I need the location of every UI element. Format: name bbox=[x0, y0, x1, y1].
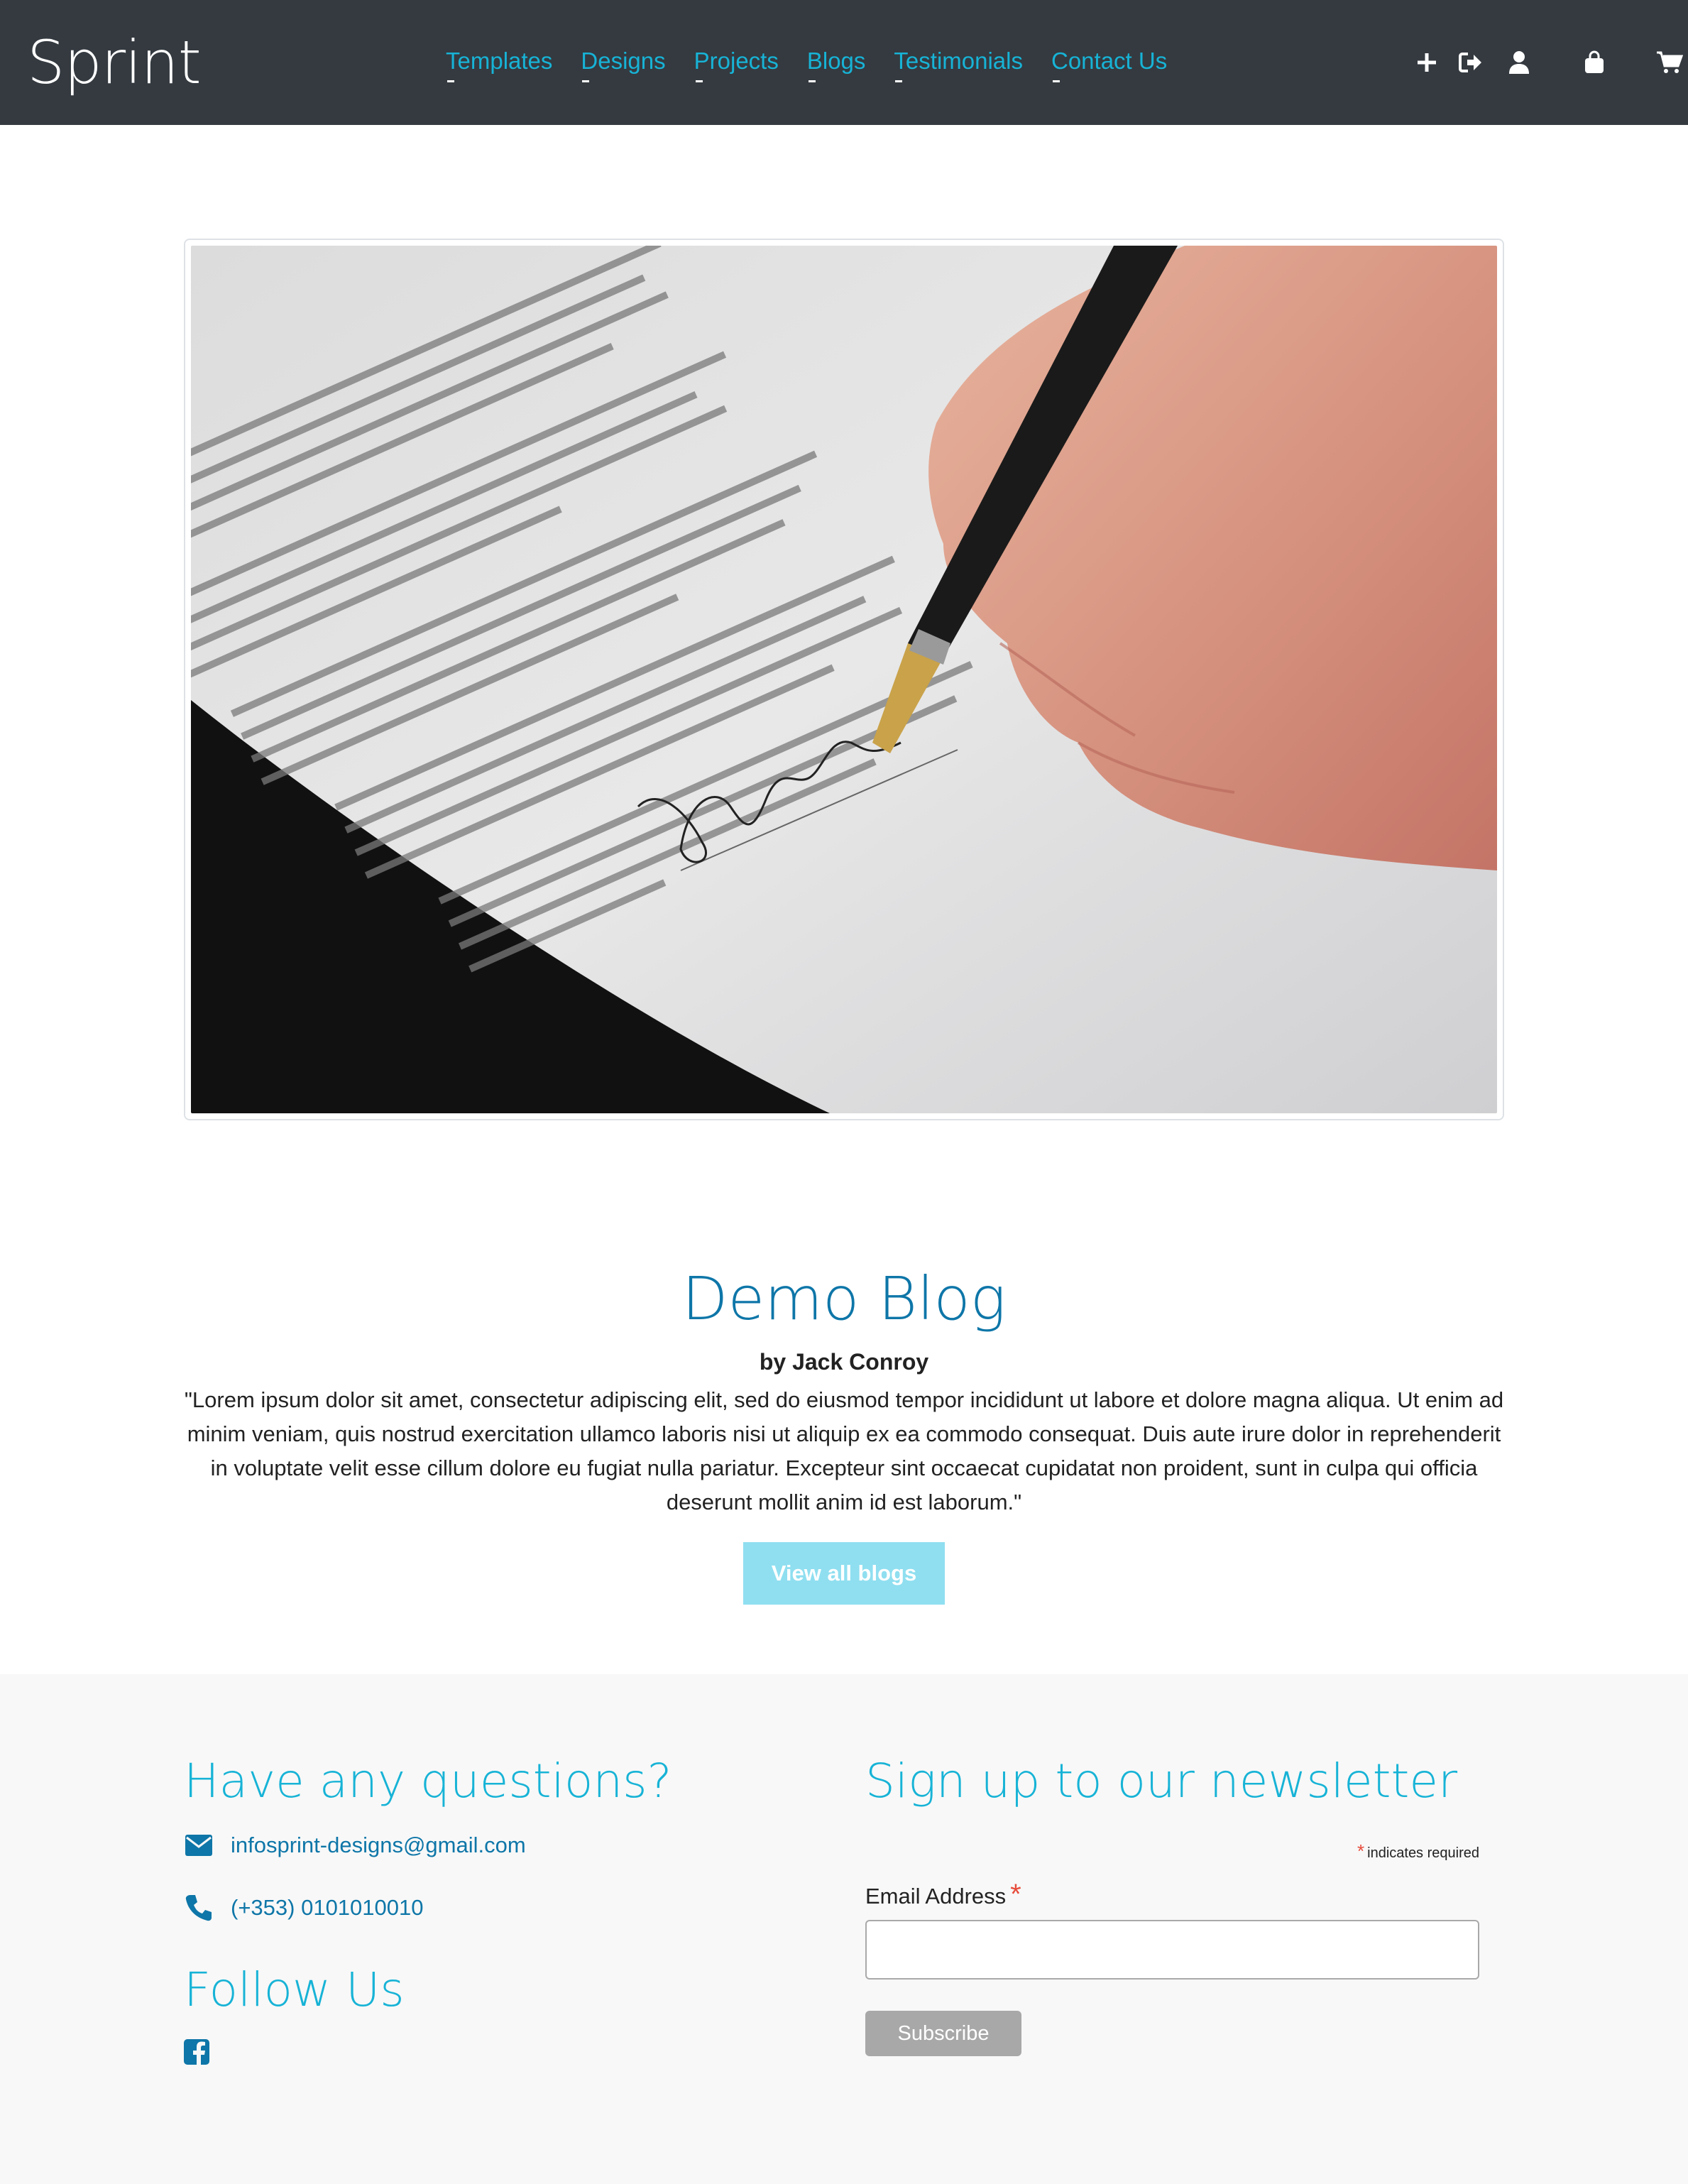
phone-icon bbox=[184, 1893, 214, 1923]
navbar: Sprint Templates Designs Projects Blogs … bbox=[0, 0, 1688, 125]
blog-author: by Jack Conroy bbox=[759, 1349, 929, 1375]
nav-link-contact-us[interactable]: Contact Us bbox=[1051, 44, 1167, 82]
required-note: * indicates required bbox=[781, 1840, 1479, 1862]
required-note-text: indicates required bbox=[1367, 1845, 1479, 1861]
nav-link-projects[interactable]: Projects bbox=[694, 44, 779, 82]
hero-image bbox=[191, 246, 1497, 1113]
plus-icon[interactable] bbox=[1408, 44, 1445, 81]
nav-link-testimonials[interactable]: Testimonials bbox=[894, 44, 1023, 82]
questions-heading: Have any questions? bbox=[184, 1754, 672, 1808]
contact-email-row: infosprint-designs@gmail.com bbox=[184, 1830, 526, 1860]
nav-link-templates[interactable]: Templates bbox=[446, 44, 552, 82]
sign-out-icon[interactable] bbox=[1452, 44, 1489, 81]
blog-title: Demo Blog bbox=[681, 1264, 1007, 1333]
newsletter-heading: Sign up to our newsletter bbox=[865, 1754, 1458, 1808]
cart-icon[interactable] bbox=[1651, 44, 1688, 81]
required-asterisk: * bbox=[1357, 1840, 1365, 1862]
hero-image-frame bbox=[184, 239, 1504, 1120]
nav-links: Templates Designs Projects Blogs Testimo… bbox=[446, 44, 1195, 82]
nav-link-designs[interactable]: Designs bbox=[581, 44, 666, 82]
subscribe-button[interactable]: Subscribe bbox=[865, 2011, 1021, 2056]
contact-phone-link[interactable]: (+353) 0101010010 bbox=[231, 1895, 424, 1921]
envelope-icon bbox=[184, 1830, 214, 1860]
user-icon[interactable] bbox=[1501, 44, 1538, 81]
email-required-asterisk: * bbox=[1010, 1879, 1021, 1910]
facebook-icon[interactable] bbox=[184, 2039, 209, 2065]
brand-logo[interactable]: Sprint bbox=[27, 27, 202, 98]
newsletter-email-input[interactable] bbox=[865, 1920, 1479, 1980]
follow-us-heading: Follow Us bbox=[184, 1962, 405, 2017]
email-label-text: Email Address bbox=[865, 1884, 1007, 1909]
contact-phone-row: (+353) 0101010010 bbox=[184, 1893, 424, 1923]
blog-body: "Lorem ipsum dolor sit amet, consectetur… bbox=[184, 1387, 1504, 1514]
shopping-bag-icon[interactable] bbox=[1576, 44, 1613, 81]
email-label: Email Address * bbox=[865, 1879, 1021, 1911]
contact-email-link[interactable]: infosprint-designs@gmail.com bbox=[231, 1833, 526, 1858]
view-all-blogs-button[interactable]: View all blogs bbox=[743, 1542, 945, 1605]
nav-link-blogs[interactable]: Blogs bbox=[807, 44, 865, 82]
